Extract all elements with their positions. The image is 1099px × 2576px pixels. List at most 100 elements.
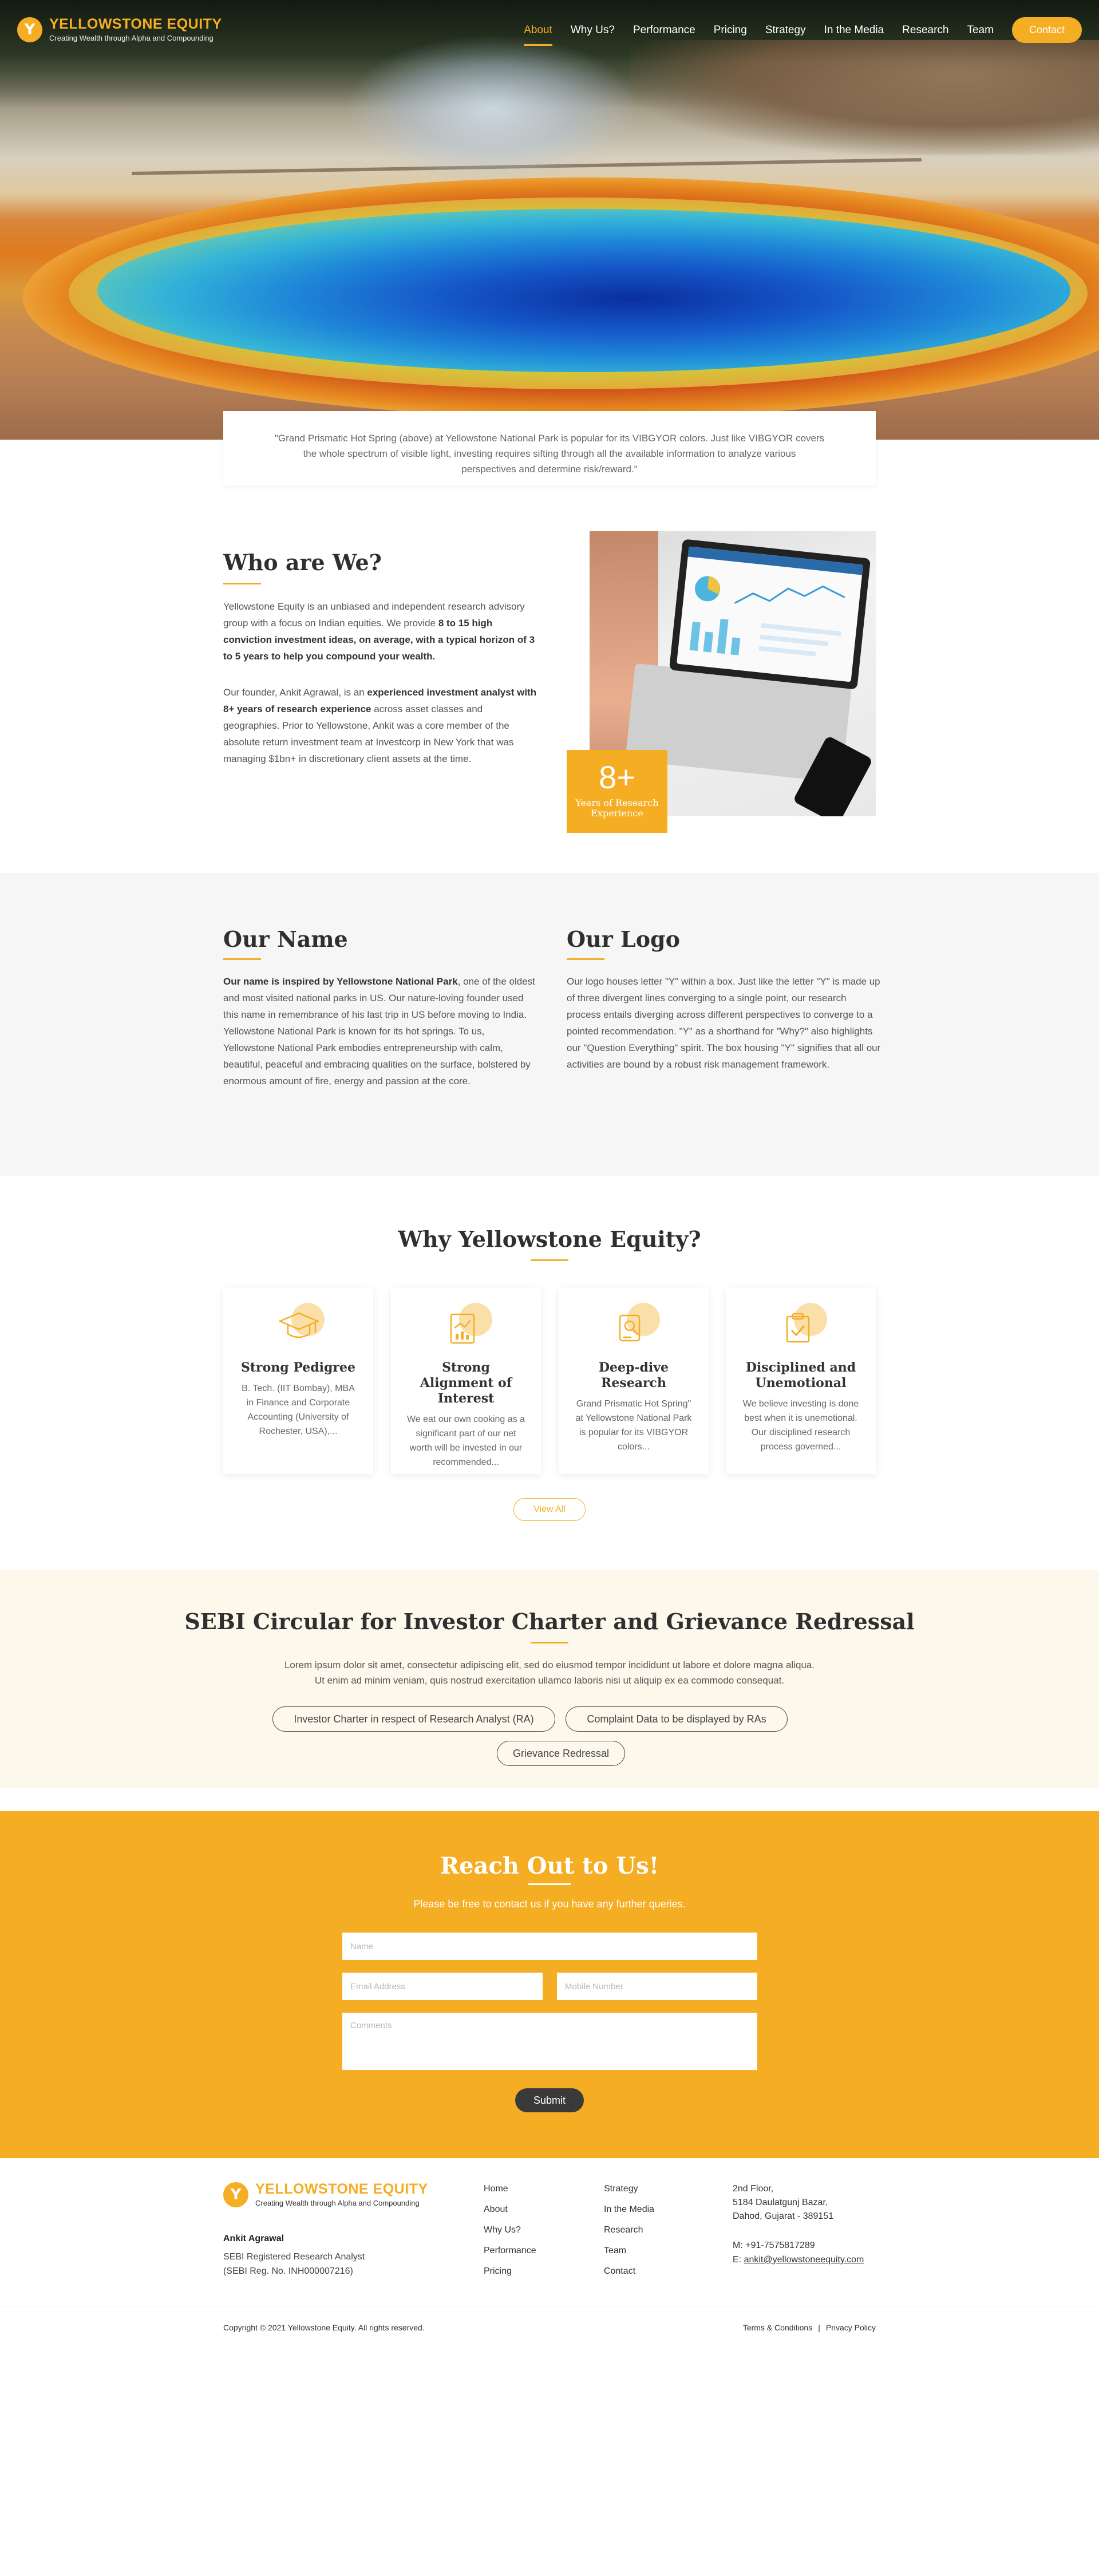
- card-title: Strong Alignment of Interest: [420, 1360, 512, 1406]
- nav-team[interactable]: Team: [967, 18, 993, 42]
- copyright: Copyright © 2021 Yellowstone Equity. All…: [223, 2323, 425, 2332]
- hero-quote-line: perspectives and determine risk/reward.": [461, 464, 638, 475]
- research-scroll-icon: [611, 1303, 660, 1350]
- footer-person-name: Ankit Agrawal: [223, 2234, 284, 2243]
- who-underline: [223, 583, 261, 584]
- footer-legal-links: Terms & Conditions | Privacy Policy: [743, 2323, 876, 2332]
- footer-link-pricing[interactable]: Pricing: [484, 2265, 536, 2278]
- footer-link-research[interactable]: Research: [604, 2223, 654, 2237]
- footer-contact-info: M: +91-7575817289 E: ankit@yellowstoneeq…: [733, 2238, 864, 2267]
- footer-address: 2nd Floor, 5184 Daulatgunj Bazar, Dahod,…: [733, 2182, 833, 2223]
- why-title: Why Yellowstone Equity?: [398, 1226, 701, 1252]
- footer-links-col-1: Home About Why Us? Performance Pricing: [484, 2182, 536, 2278]
- card-text: We believe investing is done best when i…: [742, 1399, 859, 1452]
- why-underline: [531, 1259, 568, 1261]
- card-strong-pedigree[interactable]: Strong Pedigree B. Tech. (IIT Bombay), M…: [223, 1288, 373, 1474]
- nav-about[interactable]: About: [524, 18, 552, 46]
- hero-quote-line: the whole spectrum of visible light, inv…: [303, 448, 796, 459]
- name-field[interactable]: [342, 1933, 757, 1960]
- who-paragraph-2: Our founder, Ankit Agrawal, is an experi…: [223, 684, 538, 767]
- comments-field[interactable]: [342, 2013, 757, 2070]
- experience-value: 8+: [599, 759, 635, 795]
- hero-spring-pool: [97, 209, 1070, 372]
- card-disciplined-unemotional[interactable]: Disciplined and Unemotional We believe i…: [726, 1288, 876, 1474]
- hero-quote: "Grand Prismatic Hot Spring (above) at Y…: [223, 411, 876, 485]
- hero-image: [0, 0, 1099, 440]
- footer-role-title: SEBI Registered Research Analyst: [223, 2252, 365, 2262]
- main-nav: About Why Us? Performance Pricing Strate…: [524, 17, 1082, 46]
- graduation-cap-icon: [275, 1303, 325, 1350]
- footer-phone: M: +91-7575817289: [733, 2241, 815, 2250]
- footer-link-in-the-media[interactable]: In the Media: [604, 2203, 654, 2217]
- chart-report-icon: [443, 1303, 492, 1350]
- nav-contact-button[interactable]: Contact: [1011, 17, 1082, 43]
- email-field[interactable]: [342, 1973, 543, 2000]
- card-strong-alignment[interactable]: Strong Alignment of Interest We eat our …: [391, 1288, 541, 1474]
- address-line: Dahod, Gujarat - 389151: [733, 2211, 834, 2221]
- nav-in-the-media[interactable]: In the Media: [824, 18, 884, 42]
- submit-button[interactable]: Submit: [515, 2088, 584, 2112]
- view-all-button[interactable]: View All: [513, 1498, 586, 1521]
- grievance-redressal-button[interactable]: Grievance Redressal: [497, 1741, 625, 1766]
- footer-link-about[interactable]: About: [484, 2203, 536, 2217]
- complaint-data-button[interactable]: Complaint Data to be displayed by RAs: [566, 1706, 788, 1732]
- address-line: 5184 Daulatgunj Bazar,: [733, 2198, 828, 2207]
- card-deep-dive-research[interactable]: Deep-dive Research Grand Prismatic Hot S…: [559, 1288, 709, 1474]
- card-text: Grand Prismatic Hot Spring" at Yellowsto…: [575, 1399, 692, 1452]
- our-logo-paragraph: Our logo houses letter "Y" within a box.…: [567, 976, 881, 1070]
- card-title: Disciplined and Unemotional: [745, 1360, 856, 1390]
- dashboard-graphic: [687, 546, 863, 657]
- footer-reg-number: (SEBI Reg. No. INH000007216): [223, 2266, 353, 2276]
- nav-pricing[interactable]: Pricing: [714, 18, 747, 42]
- logo-y-icon: Y: [223, 2182, 248, 2207]
- name-logo-section: [0, 873, 1099, 1176]
- brand-name: YELLOWSTONE EQUITY: [49, 16, 222, 32]
- footer-link-performance[interactable]: Performance: [484, 2244, 536, 2258]
- footer-link-why-us[interactable]: Why Us?: [484, 2223, 536, 2237]
- contact-subtitle: Please be free to contact us if you have…: [413, 1898, 686, 1910]
- footer-email-link[interactable]: ankit@yellowstoneequity.com: [744, 2255, 864, 2265]
- footer-link-team[interactable]: Team: [604, 2244, 654, 2258]
- footer-brand-name: YELLOWSTONE EQUITY: [255, 2181, 428, 2197]
- our-name-underline: [223, 958, 261, 960]
- who-paragraph-1: Yellowstone Equity is an unbiased and in…: [223, 598, 538, 665]
- photo-screen: [669, 539, 871, 690]
- our-name-title: Our Name: [223, 926, 348, 952]
- card-title: Strong Pedigree: [240, 1360, 355, 1375]
- sebi-underline: [531, 1642, 568, 1643]
- investor-charter-button[interactable]: Investor Charter in respect of Research …: [272, 1706, 555, 1732]
- terms-link[interactable]: Terms & Conditions: [743, 2323, 812, 2332]
- privacy-link[interactable]: Privacy Policy: [826, 2323, 876, 2332]
- sebi-description: Lorem ipsum dolor sit amet, consectetur …: [0, 1657, 1099, 1688]
- photo-dashboard: [677, 546, 863, 682]
- contact-title: Reach Out to Us!: [440, 1852, 659, 1879]
- mobile-field[interactable]: [557, 1973, 757, 2000]
- site-logo[interactable]: Y YELLOWSTONE EQUITY Creating Wealth thr…: [17, 17, 222, 42]
- hero-quote-line: "Grand Prismatic Hot Spring (above) at Y…: [274, 433, 825, 444]
- contact-underline: [528, 1883, 571, 1885]
- our-logo-title: Our Logo: [567, 926, 680, 952]
- footer-link-home[interactable]: Home: [484, 2182, 536, 2196]
- card-text: We eat our own cooking as a significant …: [406, 1415, 525, 1467]
- nav-performance[interactable]: Performance: [633, 18, 695, 42]
- our-name-paragraph: Our name is inspired by Yellowstone Nati…: [223, 973, 538, 1089]
- sebi-title: SEBI Circular for Investor Charter and G…: [184, 1609, 915, 1634]
- footer-link-contact[interactable]: Contact: [604, 2265, 654, 2278]
- nav-research[interactable]: Research: [902, 18, 948, 42]
- footer-brand-tagline: Creating Wealth through Alpha and Compou…: [255, 2199, 420, 2207]
- our-name-lead: Our name is inspired by Yellowstone Nati…: [223, 976, 458, 987]
- nav-strategy[interactable]: Strategy: [765, 18, 806, 42]
- who-title: Who are We?: [223, 550, 382, 575]
- our-logo-underline: [567, 958, 604, 960]
- card-title: Deep-dive Research: [598, 1360, 669, 1390]
- footer-links-col-2: Strategy In the Media Research Team Cont…: [604, 2182, 654, 2278]
- experience-badge: 8+ Years of Research Experience: [567, 750, 667, 833]
- footer-logo[interactable]: Y YELLOWSTONE EQUITY Creating Wealth thr…: [223, 2182, 428, 2207]
- footer-email-row: E: ankit@yellowstoneequity.com: [733, 2253, 864, 2267]
- card-text: B. Tech. (IIT Bombay), MBA in Finance an…: [242, 1384, 355, 1436]
- experience-label: Years of Research Experience: [575, 797, 659, 819]
- our-name-body: , one of the oldest and most visited nat…: [223, 976, 535, 1086]
- logo-y-icon: Y: [17, 17, 42, 42]
- footer-link-strategy[interactable]: Strategy: [604, 2182, 654, 2196]
- nav-why-us[interactable]: Why Us?: [571, 18, 615, 42]
